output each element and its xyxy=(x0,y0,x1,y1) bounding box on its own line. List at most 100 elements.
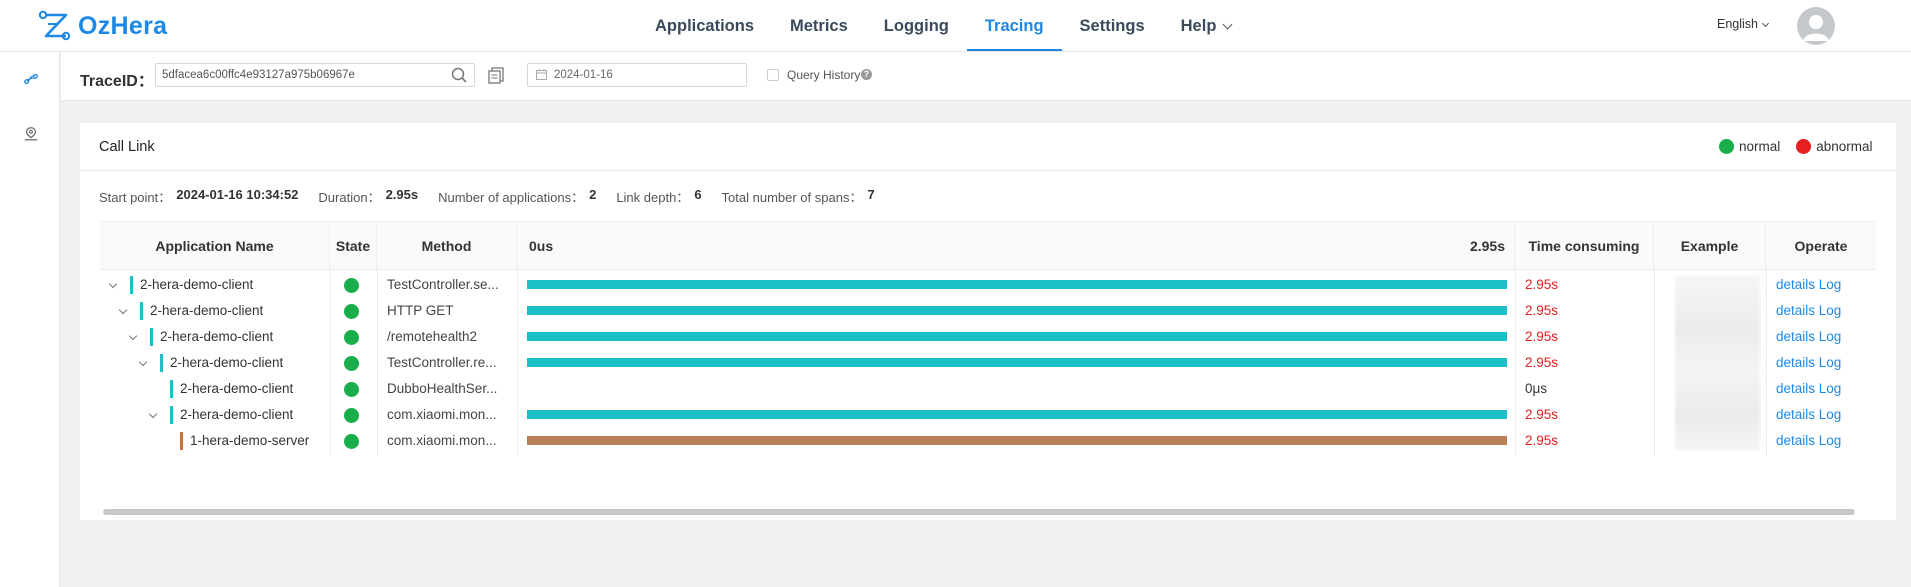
applications-count-label: Number of applications： xyxy=(438,190,585,205)
col-timeline: 0us 2.95s xyxy=(517,222,1515,271)
time-consuming: 2.95s xyxy=(1525,303,1559,318)
trace-summary: Start point： 2024-01-16 10:34:52 Duratio… xyxy=(99,187,895,206)
service-color-tag xyxy=(170,406,173,424)
span-duration-bar[interactable] xyxy=(527,280,1507,289)
user-avatar[interactable] xyxy=(1797,7,1835,45)
method-name: TestController.re... xyxy=(387,355,497,370)
nav-help[interactable]: Help xyxy=(1163,0,1250,52)
chevron-down-icon[interactable] xyxy=(108,279,118,289)
brand-name: OzHera xyxy=(78,11,168,40)
method-name: TestController.se... xyxy=(387,277,499,292)
details-log-link[interactable]: details Log xyxy=(1776,402,1841,428)
legend-abnormal-label: abnormal xyxy=(1816,139,1873,154)
details-log-link[interactable]: details Log xyxy=(1776,428,1841,454)
state-dot-icon xyxy=(344,330,359,345)
table-header: Application Name State Method 0us 2.95s … xyxy=(100,221,1876,271)
horizontal-scrollbar[interactable] xyxy=(103,509,1855,515)
calendar-icon xyxy=(536,69,547,80)
total-spans-value: 7 xyxy=(867,187,875,202)
total-spans-label: Total number of spans： xyxy=(721,190,863,205)
link-depth-value: 6 xyxy=(694,187,702,202)
state-dot-icon xyxy=(344,408,359,423)
chevron-down-icon[interactable] xyxy=(148,409,158,419)
applications-count-value: 2 xyxy=(589,187,597,202)
application-name: 2-hera-demo-client xyxy=(180,381,294,396)
service-color-tag xyxy=(160,354,163,372)
main-nav: Applications Metrics Logging Tracing Set… xyxy=(637,0,1249,52)
traceid-input[interactable]: 5dfacea6c00ffc4e93127a975b06967e xyxy=(155,63,475,87)
state-dot-icon xyxy=(344,278,359,293)
table-row[interactable]: 2-hera-demo-client DubboHealthSer... 0μs de… xyxy=(100,376,1876,402)
col-example: Example xyxy=(1654,222,1766,271)
span-duration-bar[interactable] xyxy=(527,410,1507,419)
sidebar xyxy=(0,52,60,587)
nav-logging-label: Logging xyxy=(883,17,949,35)
details-log-link[interactable]: details Log xyxy=(1776,272,1841,298)
service-color-tag xyxy=(140,302,143,320)
application-name: 1-hera-demo-server xyxy=(190,433,310,448)
service-color-tag xyxy=(170,380,173,398)
table-row[interactable]: 2-hera-demo-client TestController.se... 2.… xyxy=(100,272,1876,298)
state-dot-icon xyxy=(344,356,359,371)
nav-applications-label: Applications xyxy=(655,17,755,35)
time-consuming: 0μs xyxy=(1525,381,1548,396)
nav-applications[interactable]: Applications xyxy=(637,0,772,52)
abnormal-dot-icon xyxy=(1796,139,1812,154)
application-name: 2-hera-demo-client xyxy=(160,329,274,344)
table-row[interactable]: 2-hera-demo-client HTTP GET 2.95s details L… xyxy=(100,298,1876,324)
link-depth-label: Link depth： xyxy=(616,190,690,205)
traceid-label: TraceID： xyxy=(80,73,154,90)
span-duration-bar[interactable] xyxy=(527,332,1507,341)
method-name: com.xiaomi.mon... xyxy=(387,433,497,448)
chevron-down-icon[interactable] xyxy=(138,357,148,367)
method-name: com.xiaomi.mon... xyxy=(387,407,497,422)
help-circle-icon[interactable]: ? xyxy=(861,69,872,80)
details-log-link[interactable]: details Log xyxy=(1776,350,1841,376)
brand-logo[interactable]: OzHera xyxy=(36,9,167,43)
status-legend: normal abnormal xyxy=(1719,139,1873,154)
chevron-down-icon[interactable] xyxy=(128,331,138,341)
date-picker[interactable]: 2024-01-16 xyxy=(527,63,747,87)
service-color-tag xyxy=(150,328,153,346)
span-duration-bar[interactable] xyxy=(527,436,1507,445)
table-row[interactable]: 1-hera-demo-server com.xiaomi.mon... 2.95s… xyxy=(100,428,1876,454)
table-row[interactable]: 2-hera-demo-client TestController.re... 2.… xyxy=(100,350,1876,376)
duration-value: 2.95s xyxy=(385,187,419,202)
start-point-label: Start point： xyxy=(99,190,172,205)
chevron-down-icon[interactable] xyxy=(118,305,128,315)
state-dot-icon xyxy=(344,434,359,449)
time-consuming: 2.95s xyxy=(1525,433,1559,448)
nav-settings[interactable]: Settings xyxy=(1062,0,1163,52)
table-row[interactable]: 2-hera-demo-client/remotehealth2 2.95s det… xyxy=(100,324,1876,350)
application-name: 2-hera-demo-client xyxy=(140,277,254,292)
nav-tracing-label: Tracing xyxy=(984,17,1044,35)
state-dot-icon xyxy=(344,304,359,319)
details-log-link[interactable]: details Log xyxy=(1776,298,1841,324)
column-divider xyxy=(1654,270,1655,456)
method-name: DubboHealthSer... xyxy=(387,381,498,396)
details-log-link[interactable]: details Log xyxy=(1776,324,1841,350)
legend-normal-label: normal xyxy=(1739,139,1781,154)
span-duration-bar[interactable] xyxy=(527,358,1507,367)
query-history-checkbox[interactable] xyxy=(767,69,779,81)
example-thumbnail[interactable] xyxy=(1675,276,1760,450)
location-pin-icon[interactable] xyxy=(22,125,40,143)
time-consuming: 2.95s xyxy=(1525,355,1559,370)
nav-logging[interactable]: Logging xyxy=(866,0,967,52)
search-icon[interactable] xyxy=(450,66,468,84)
normal-dot-icon xyxy=(1719,139,1734,154)
time-consuming: 2.95s xyxy=(1525,407,1559,422)
chevron-down-icon xyxy=(1222,19,1233,30)
user-icon xyxy=(1803,15,1829,41)
span-duration-bar[interactable] xyxy=(527,306,1507,315)
trace-search-toolbar: TraceID： 5dfacea6c00ffc4e93127a975b06967… xyxy=(61,52,1911,101)
details-log-link[interactable]: details Log xyxy=(1776,376,1841,402)
language-selector[interactable]: English xyxy=(1717,17,1770,31)
nav-metrics[interactable]: Metrics xyxy=(772,0,866,52)
nav-tracing[interactable]: Tracing xyxy=(966,0,1062,52)
nav-metrics-label: Metrics xyxy=(790,17,848,35)
application-name: 2-hera-demo-client xyxy=(180,407,294,422)
table-row[interactable]: 2-hera-demo-client com.xiaomi.mon... 2.95s… xyxy=(100,402,1876,428)
copy-icon[interactable] xyxy=(486,65,506,85)
trace-link-icon[interactable] xyxy=(22,70,40,88)
